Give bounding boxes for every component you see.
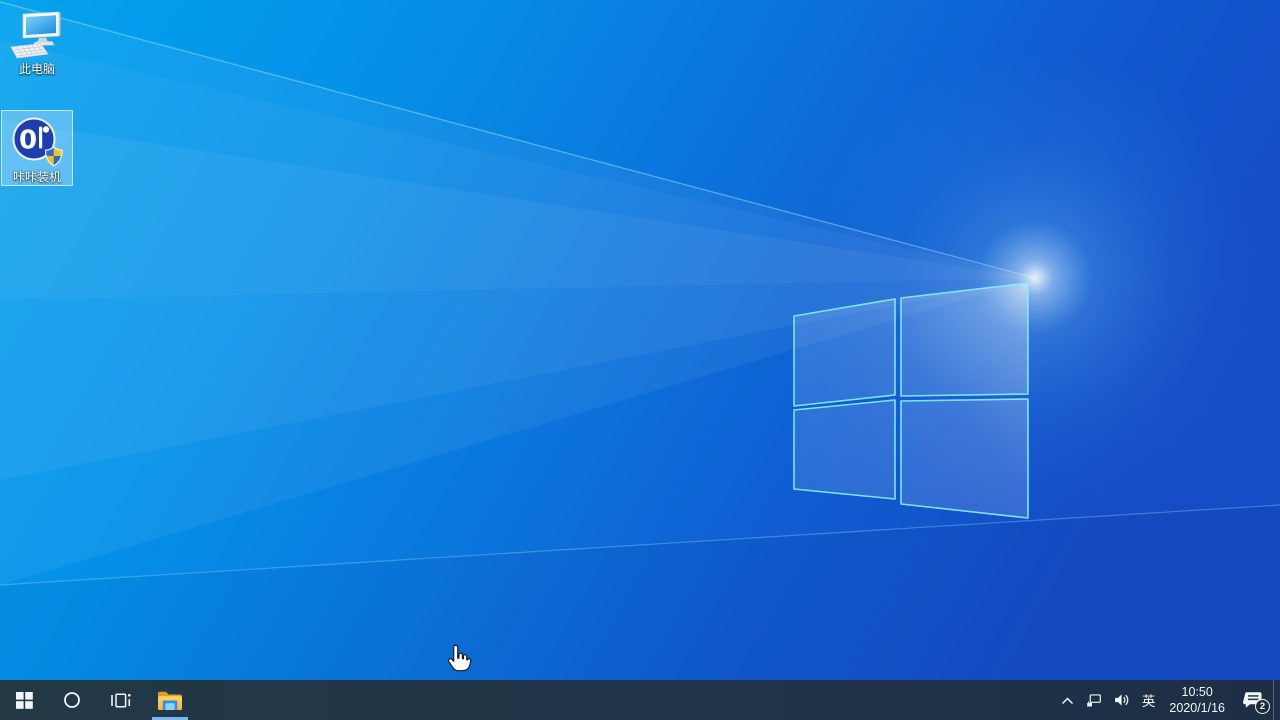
windows-logo-wallpaper	[793, 282, 1029, 519]
kaka-logo-zero: 0	[19, 126, 37, 156]
kaka-installer-icon: 0	[12, 117, 63, 167]
search-button[interactable]	[48, 680, 96, 720]
clock-date: 2020/1/16	[1169, 701, 1225, 715]
this-pc-icon	[10, 11, 61, 59]
clock[interactable]: 10:50 2020/1/16	[1161, 680, 1233, 720]
uac-shield-icon	[44, 146, 63, 167]
network-ethernet-icon	[1087, 694, 1101, 707]
desktop-icon-kaka-installer[interactable]: 0 咔咔装机	[1, 110, 73, 186]
task-view-button[interactable]	[96, 680, 144, 720]
network-button[interactable]	[1081, 680, 1108, 720]
windows-start-icon	[15, 691, 33, 709]
show-desktop-button[interactable]	[1273, 680, 1280, 720]
system-tray: 英 10:50 2020/1/16 2	[1055, 680, 1280, 720]
file-explorer-icon	[158, 691, 182, 710]
ime-language-indicator[interactable]: 英	[1136, 680, 1162, 720]
action-center-button[interactable]: 2	[1233, 680, 1273, 720]
wallpaper	[0, 0, 1280, 680]
icon-label-kaka-installer: 咔咔装机	[12, 170, 61, 184]
notification-badge: 2	[1255, 699, 1270, 714]
volume-speaker-icon	[1115, 694, 1129, 706]
search-circle-icon	[64, 692, 80, 708]
desktop-icon-this-pc[interactable]: 此电脑	[1, 4, 73, 78]
clock-time: 10:50	[1181, 684, 1213, 699]
file-explorer-button[interactable]	[146, 680, 194, 720]
taskbar: 英 10:50 2020/1/16 2	[0, 680, 1280, 720]
desktop: 此电脑 0 咔咔装机 英 10:50 2020/1/16 2	[0, 0, 1280, 720]
volume-button[interactable]	[1108, 680, 1136, 720]
task-view-icon	[110, 692, 131, 708]
hand-cursor	[447, 644, 472, 672]
taskbar-empty-area	[194, 680, 1055, 720]
chevron-up-icon	[1062, 696, 1074, 704]
icon-label-this-pc: 此电脑	[18, 62, 55, 76]
tray-show-hidden-icons-button[interactable]	[1055, 680, 1081, 720]
start-button[interactable]	[0, 680, 48, 720]
